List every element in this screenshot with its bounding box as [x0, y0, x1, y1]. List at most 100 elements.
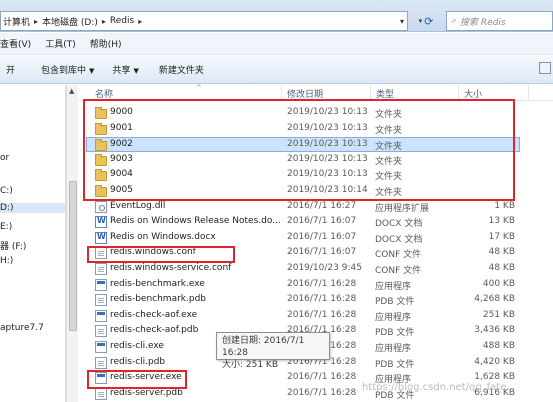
- file-size: 4,420 KB: [474, 356, 515, 367]
- menu-view[interactable]: 查看(V): [0, 37, 31, 50]
- file-size: 400 KB: [482, 278, 515, 289]
- file-row[interactable]: redis-benchmark.exe 2016/7/1 16:28 应用程序 400…: [78, 278, 553, 293]
- search-input[interactable]: ⌕ 搜索 Redis: [446, 11, 553, 31]
- file-size: 488 KB: [482, 341, 515, 351]
- file-type: PDB 文件: [375, 297, 415, 308]
- search-placeholder: 搜索 Redis: [460, 17, 506, 28]
- tooltip-size: 大小: 251 KB: [222, 360, 279, 370]
- nav-item-favorites[interactable]: or: [0, 153, 9, 163]
- file-name: redis-benchmark.exe: [110, 278, 205, 289]
- nav-item-drive-c[interactable]: C:): [0, 186, 13, 196]
- column-divider[interactable]: [281, 85, 282, 101]
- nav-item-drive-e[interactable]: E:): [0, 222, 12, 232]
- nav-item-drive-f[interactable]: 器 (F:): [0, 239, 26, 252]
- file-modified: 2016/7/1 16:07: [287, 216, 357, 227]
- share-button[interactable]: 共享 ▼: [106, 63, 144, 76]
- file-row[interactable]: Redis on Windows.docx 2016/7/1 16:07 DOCX …: [78, 231, 553, 246]
- file-type: 文件夹: [375, 156, 403, 167]
- file-row[interactable]: 9000 2019/10/23 10:13 文件夹: [78, 106, 553, 121]
- file-type: PDB 文件: [375, 328, 415, 339]
- file-name: EventLog.dll: [110, 200, 166, 211]
- file-size: 48 KB: [488, 263, 515, 273]
- breadcrumb-separator-icon[interactable]: ▸: [138, 17, 142, 26]
- breadcrumb-separator-icon[interactable]: ▸: [102, 17, 106, 26]
- file-size: 1 KB: [494, 200, 515, 211]
- file-row[interactable]: EventLog.dll 2016/7/1 16:27 应用程序扩展 1 KB: [78, 200, 553, 215]
- file-modified: 2016/7/1 16:28: [287, 294, 357, 305]
- doc-icon: [95, 231, 107, 244]
- file-type: 应用程序: [375, 312, 412, 323]
- file-modified: 2016/7/1 16:07: [287, 247, 357, 258]
- change-view-icon[interactable]: [539, 62, 551, 74]
- nav-scrollbar[interactable]: ▲: [66, 85, 78, 402]
- menu-tools[interactable]: 工具(T): [45, 37, 76, 50]
- dropdown-arrow-icon: ▼: [133, 67, 139, 75]
- file-modified: 2019/10/23 10:13: [287, 139, 368, 150]
- file-row[interactable]: 9001 2019/10/23 10:13 文件夹: [78, 122, 553, 137]
- column-name[interactable]: 名称: [95, 87, 113, 100]
- menu-help[interactable]: 帮助(H): [90, 37, 122, 50]
- open-button[interactable]: 开: [0, 63, 21, 76]
- column-divider[interactable]: [458, 85, 459, 101]
- file-row[interactable]: 9002 2019/10/23 10:13 文件夹: [86, 137, 520, 153]
- file-type: PDB 文件: [375, 359, 415, 370]
- file-icon: [95, 294, 107, 307]
- column-type[interactable]: 类型: [376, 87, 394, 100]
- file-modified: 2019/10/23 10:13: [287, 153, 368, 164]
- column-divider[interactable]: [370, 85, 371, 101]
- file-row[interactable]: redis.windows-service.conf 2019/10/23 9:4…: [78, 262, 553, 277]
- file-type: CONF 文件: [375, 266, 422, 276]
- file-row[interactable]: redis-benchmark.pdb 2016/7/1 16:28 PDB 文件 4…: [78, 293, 553, 308]
- exe-icon: [95, 309, 107, 322]
- file-size: 13 KB: [488, 216, 515, 227]
- file-name: Redis on Windows Release Notes.do...: [110, 216, 281, 227]
- file-row[interactable]: 9004 2019/10/23 10:13 文件夹: [78, 168, 553, 183]
- scroll-up-icon[interactable]: ▲: [69, 87, 74, 95]
- breadcrumb-separator-icon[interactable]: ▸: [34, 17, 38, 26]
- file-row[interactable]: 9003 2019/10/23 10:13 文件夹: [78, 153, 553, 168]
- recent-locations-dropdown-icon[interactable]: ▾: [419, 17, 423, 25]
- column-divider[interactable]: [528, 85, 529, 101]
- nav-item-drive-d[interactable]: D:): [0, 203, 65, 213]
- file-size: 1,628 KB: [474, 372, 515, 383]
- breadcrumb-drive-d[interactable]: 本地磁盘 (D:): [42, 15, 98, 28]
- file-name: Redis on Windows.docx: [110, 231, 216, 242]
- file-row[interactable]: 9005 2019/10/23 10:14 文件夹: [78, 184, 553, 199]
- file-modified: 2016/7/1 16:07: [287, 231, 357, 242]
- watermark: https://blog.csdn.net/qq_fate: [362, 382, 507, 393]
- file-type: DOCX 文档: [375, 234, 423, 245]
- exe-icon: [95, 341, 107, 353]
- file-row[interactable]: Redis on Windows Release Notes.do... 2016…: [78, 215, 553, 230]
- column-modified[interactable]: 修改日期: [287, 87, 323, 100]
- file-name: 9001: [110, 122, 133, 133]
- include-in-library-label: 包含到库中: [41, 66, 87, 76]
- file-name: redis-server.pdb: [110, 387, 183, 398]
- column-size[interactable]: 大小: [464, 87, 482, 100]
- sort-caret-icon: ^: [196, 84, 202, 92]
- folder-icon: [95, 153, 107, 166]
- file-modified: 2016/7/1 16:28: [287, 387, 357, 398]
- folder-icon: [95, 185, 107, 197]
- breadcrumb-redis[interactable]: Redis: [110, 16, 134, 26]
- file-icon: [95, 263, 107, 275]
- file-modified: 2016/7/1 16:27: [287, 200, 357, 211]
- file-type: 应用程序: [375, 344, 412, 354]
- new-folder-button[interactable]: 新建文件夹: [153, 63, 210, 76]
- address-bar[interactable]: 计算机 ▸ 本地磁盘 (D:) ▸ Redis ▸ ▾: [0, 11, 408, 31]
- doc-icon: [95, 216, 107, 229]
- navigation-pane: or C:) D:) E:) 器 (F:) H:) apture7.7: [0, 85, 66, 402]
- column-header: ^ 名称 修改日期 类型 大小: [78, 84, 553, 101]
- nav-scroll-thumb[interactable]: [69, 181, 77, 331]
- file-name: redis.windows-service.conf: [110, 263, 232, 273]
- file-row[interactable]: redis.windows.conf 2016/7/1 16:07 CONF 文件 4…: [78, 246, 553, 261]
- address-history-dropdown-icon[interactable]: ▾: [400, 17, 404, 26]
- file-row[interactable]: redis-check-aof.exe 2016/7/1 16:28 应用程序 251…: [78, 309, 553, 324]
- nav-item-drive-h[interactable]: H:): [0, 256, 13, 266]
- file-size: 251 KB: [482, 309, 515, 320]
- breadcrumb-computer[interactable]: 计算机: [3, 15, 30, 28]
- refresh-button[interactable]: ▾ ⟳: [412, 12, 440, 30]
- include-in-library-button[interactable]: 包含到库中 ▼: [35, 63, 100, 76]
- tooltip-created: 创建日期: 2016/7/1 16:28: [222, 336, 305, 358]
- file-size: 48 KB: [488, 247, 515, 258]
- nav-item-capture[interactable]: apture7.7: [0, 323, 44, 333]
